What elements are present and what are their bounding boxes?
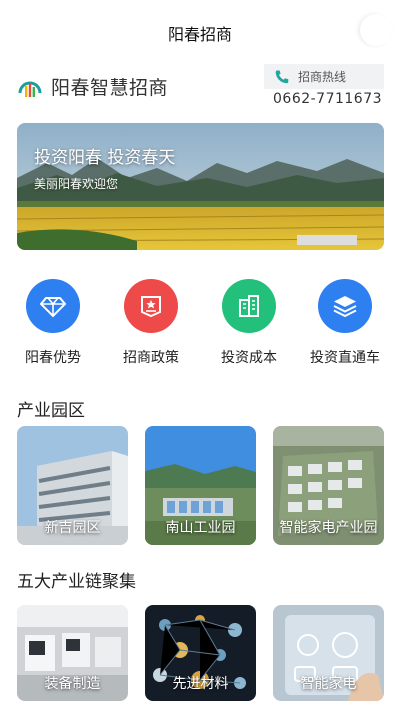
industry-card-materials[interactable]: 先进材料 <box>145 605 256 701</box>
park-card-nanshan[interactable]: 南山工业园 <box>145 426 256 545</box>
banner-subline: 美丽阳春欢迎您 <box>34 177 119 191</box>
industry-label: 装备制造 <box>44 676 101 692</box>
quick-link-policy[interactable]: 招商政策 <box>116 279 186 367</box>
phone-icon <box>275 70 289 83</box>
layers-icon <box>318 279 372 333</box>
industry-label: 先进材料 <box>172 676 229 692</box>
hotline-label: 招商热线 <box>298 70 347 84</box>
brand-name: 阳春智慧招商 <box>51 76 169 99</box>
quick-link-label: 阳春优势 <box>25 350 81 366</box>
industry-label: 智能家电 <box>300 676 357 692</box>
brand: 阳春智慧招商 <box>17 70 168 102</box>
industry-card-appliance[interactable]: 智能家电 <box>273 605 384 701</box>
hotline-button[interactable]: 招商热线 <box>264 64 384 89</box>
diamond-icon <box>26 279 80 333</box>
capsule-menu[interactable] <box>300 14 392 46</box>
top-bar: 阳春招商 <box>0 0 400 62</box>
quick-link-cost[interactable]: 投资成本 <box>214 279 284 367</box>
logo-icon <box>18 81 42 97</box>
quick-link-label: 投资成本 <box>221 350 277 366</box>
section-title-industries: 五大产业链聚集 <box>17 572 136 592</box>
park-card-xinji[interactable]: 新吉园区 <box>17 426 128 545</box>
park-label: 南山工业园 <box>165 520 236 536</box>
industry-card-equipment[interactable]: 装备制造 <box>17 605 128 701</box>
close-icon[interactable] <box>360 14 392 46</box>
park-label: 新吉园区 <box>44 520 101 536</box>
quick-link-express[interactable]: 投资直通车 <box>310 279 380 367</box>
hotline-number[interactable]: 0662-7711673 <box>273 91 382 107</box>
banner-headline: 投资阳春 投资春天 <box>34 148 176 168</box>
quick-link-label: 招商政策 <box>123 350 179 366</box>
building-icon <box>222 279 276 333</box>
policy-flag-icon <box>124 279 178 333</box>
quick-link-advantage[interactable]: 阳春优势 <box>18 279 88 367</box>
section-title-parks: 产业园区 <box>17 401 85 421</box>
quick-link-label: 投资直通车 <box>310 350 380 366</box>
park-card-appliance[interactable]: 智能家电产业园 <box>273 426 384 545</box>
park-label: 智能家电产业园 <box>279 520 378 536</box>
hero-banner[interactable]: 投资阳春 投资春天 美丽阳春欢迎您 <box>17 123 384 250</box>
